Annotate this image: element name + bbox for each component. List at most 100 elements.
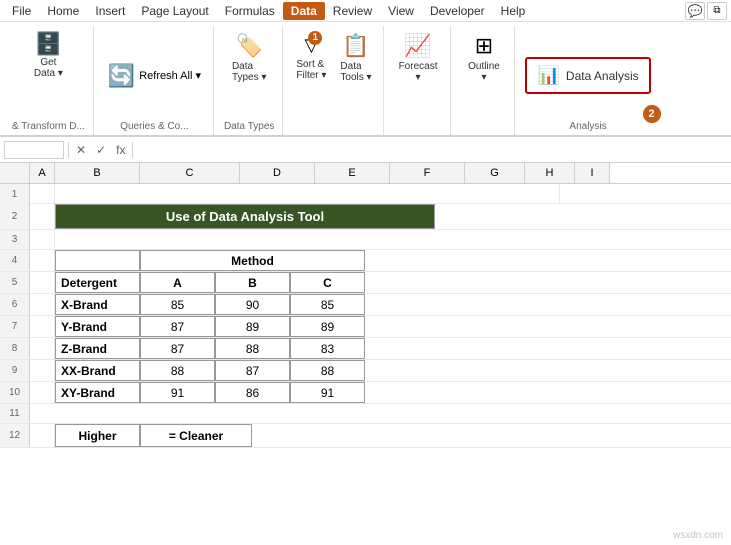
menu-formulas[interactable]: Formulas <box>217 2 283 20</box>
menu-home[interactable]: Home <box>39 2 87 20</box>
analysis-group: 📊 Data Analysis 2 Analysis <box>517 26 658 135</box>
row8-brand[interactable]: Z-Brand <box>55 338 140 359</box>
row-1-num: 1 <box>0 184 30 204</box>
analysis-badge: 2 <box>643 105 661 123</box>
outline-button[interactable]: ⊞ Outline▾ <box>461 30 506 86</box>
row7-c[interactable]: 89 <box>290 316 365 337</box>
menu-file[interactable]: File <box>4 2 39 20</box>
col-h-header[interactable]: H <box>525 163 575 183</box>
col-c-header-cell[interactable]: C <box>290 272 365 293</box>
col-b-header[interactable]: B <box>55 163 140 183</box>
analysis-group-label: Analysis <box>569 121 606 135</box>
forecast-group: 📈 Forecast▾ <box>386 26 452 135</box>
data-types-label: DataTypes ▾ <box>232 61 266 83</box>
confirm-formula-icon[interactable]: ✓ <box>93 143 109 157</box>
cell-a5[interactable] <box>30 272 55 293</box>
cell-rest-5[interactable] <box>365 272 731 293</box>
cell-reference[interactable]: K26 <box>4 141 64 159</box>
sort-filter-label: Sort &Filter ▾ <box>296 59 326 81</box>
col-e-header[interactable]: E <box>315 163 390 183</box>
row-10-num: 10 <box>0 382 30 403</box>
forecast-button[interactable]: 📈 Forecast▾ <box>394 30 443 86</box>
col-c-header[interactable]: C <box>140 163 240 183</box>
col-a-header[interactable]: A <box>30 163 55 183</box>
row-7: 7 Y-Brand 87 89 89 <box>0 316 731 338</box>
row-8-num: 8 <box>0 338 30 359</box>
menu-view[interactable]: View <box>380 2 422 20</box>
sort-filter-icon: ▽ 1 <box>304 33 318 55</box>
note-key[interactable]: Higher <box>55 424 140 447</box>
row7-b[interactable]: 89 <box>215 316 290 337</box>
row-11: 11 <box>0 404 731 424</box>
cell-b3[interactable] <box>55 230 731 249</box>
row10-c[interactable]: 91 <box>290 382 365 403</box>
row6-c[interactable]: 85 <box>290 294 365 315</box>
data-types-button[interactable]: 🏷️ DataTypes ▾ <box>227 30 271 86</box>
col-d-header[interactable]: D <box>240 163 315 183</box>
row-2: 2 Use of Data Analysis Tool <box>0 204 731 230</box>
cell-a1[interactable] <box>30 184 55 203</box>
cell-rest-4[interactable] <box>365 250 731 271</box>
method-header-cell[interactable]: Method <box>140 250 365 271</box>
data-tools-icon: 📋 <box>342 33 369 59</box>
cell-b4[interactable] <box>55 250 140 271</box>
menu-pagelayout[interactable]: Page Layout <box>133 2 216 20</box>
col-g-header[interactable]: G <box>465 163 525 183</box>
row6-brand[interactable]: X-Brand <box>55 294 140 315</box>
comment-icon[interactable]: 💬 <box>685 2 705 20</box>
cell-rest-2[interactable] <box>435 204 731 229</box>
row10-b[interactable]: 86 <box>215 382 290 403</box>
row7-brand[interactable]: Y-Brand <box>55 316 140 337</box>
outline-label: Outline▾ <box>468 61 500 83</box>
row8-c[interactable]: 83 <box>290 338 365 359</box>
data-types-group: 🏷️ DataTypes ▾ Data Types <box>216 26 283 135</box>
row8-b[interactable]: 88 <box>215 338 290 359</box>
menu-data[interactable]: Data <box>283 2 325 20</box>
cell-b1[interactable] <box>55 184 560 203</box>
outline-icon: ⊞ <box>475 33 493 59</box>
row8-a[interactable]: 87 <box>140 338 215 359</box>
col-f-header[interactable]: F <box>390 163 465 183</box>
data-analysis-button[interactable]: 📊 Data Analysis <box>525 57 650 94</box>
menu-insert[interactable]: Insert <box>87 2 133 20</box>
formula-input[interactable] <box>137 141 727 159</box>
row-9-num: 9 <box>0 360 30 381</box>
row10-brand[interactable]: XY-Brand <box>55 382 140 403</box>
row-2-num: 2 <box>0 204 30 229</box>
row9-a[interactable]: 88 <box>140 360 215 381</box>
title-cell[interactable]: Use of Data Analysis Tool <box>55 204 435 229</box>
row9-c[interactable]: 88 <box>290 360 365 381</box>
refresh-all-button[interactable]: 🔄 Refresh All ▾ <box>104 61 205 91</box>
note-value[interactable]: = Cleaner <box>140 424 252 447</box>
restore-icon[interactable]: ⧉ <box>707 2 727 20</box>
detergent-header[interactable]: Detergent <box>55 272 140 293</box>
sort-filter-button[interactable]: ▽ 1 Sort &Filter ▾ <box>291 30 331 84</box>
insert-function-icon[interactable]: fx <box>113 143 128 157</box>
menu-help[interactable]: Help <box>493 2 534 20</box>
data-analysis-label: Data Analysis <box>566 69 639 83</box>
row-12: 12 Higher = Cleaner <box>0 424 731 448</box>
cell-a4[interactable] <box>30 250 55 271</box>
row-5-num: 5 <box>0 272 30 293</box>
row-4-num: 4 <box>0 250 30 271</box>
cancel-formula-icon[interactable]: ✕ <box>73 143 89 157</box>
menu-review[interactable]: Review <box>325 2 380 20</box>
row-4: 4 Method <box>0 250 731 272</box>
get-data-button[interactable]: 🗄️ GetData ▾ <box>26 30 71 82</box>
row9-b[interactable]: 87 <box>215 360 290 381</box>
col-a-header-cell[interactable]: A <box>140 272 215 293</box>
cell-a3[interactable] <box>30 230 55 249</box>
row10-a[interactable]: 91 <box>140 382 215 403</box>
row-9: 9 XX-Brand 88 87 88 <box>0 360 731 382</box>
row6-b[interactable]: 90 <box>215 294 290 315</box>
menu-developer[interactable]: Developer <box>422 2 493 20</box>
row7-a[interactable]: 87 <box>140 316 215 337</box>
row-6: 6 X-Brand 85 90 85 <box>0 294 731 316</box>
formula-bar: K26 ✕ ✓ fx <box>0 137 731 163</box>
col-i-header[interactable]: I <box>575 163 610 183</box>
data-tools-button[interactable]: 📋 DataTools ▾ <box>335 30 376 86</box>
cell-a2[interactable] <box>30 204 55 229</box>
row6-a[interactable]: 85 <box>140 294 215 315</box>
col-b-header-cell[interactable]: B <box>215 272 290 293</box>
row9-brand[interactable]: XX-Brand <box>55 360 140 381</box>
